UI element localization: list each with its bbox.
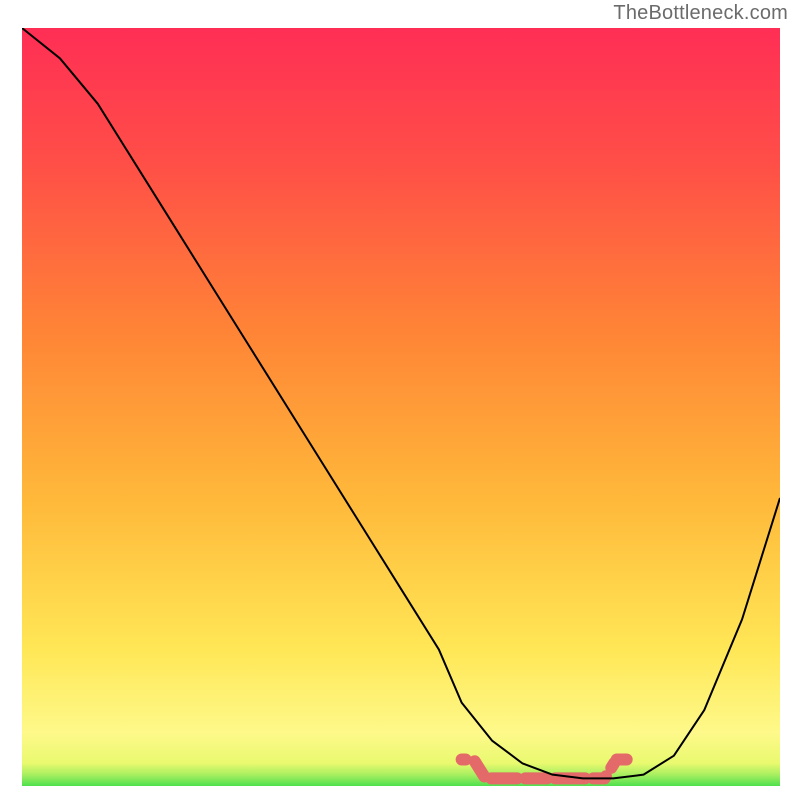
chart-wrapper: TheBottleneck.com — [0, 0, 800, 800]
plot-frame — [22, 28, 780, 786]
gradient-background — [22, 28, 780, 786]
attribution-label: TheBottleneck.com — [613, 2, 788, 25]
chart-svg — [22, 28, 780, 786]
